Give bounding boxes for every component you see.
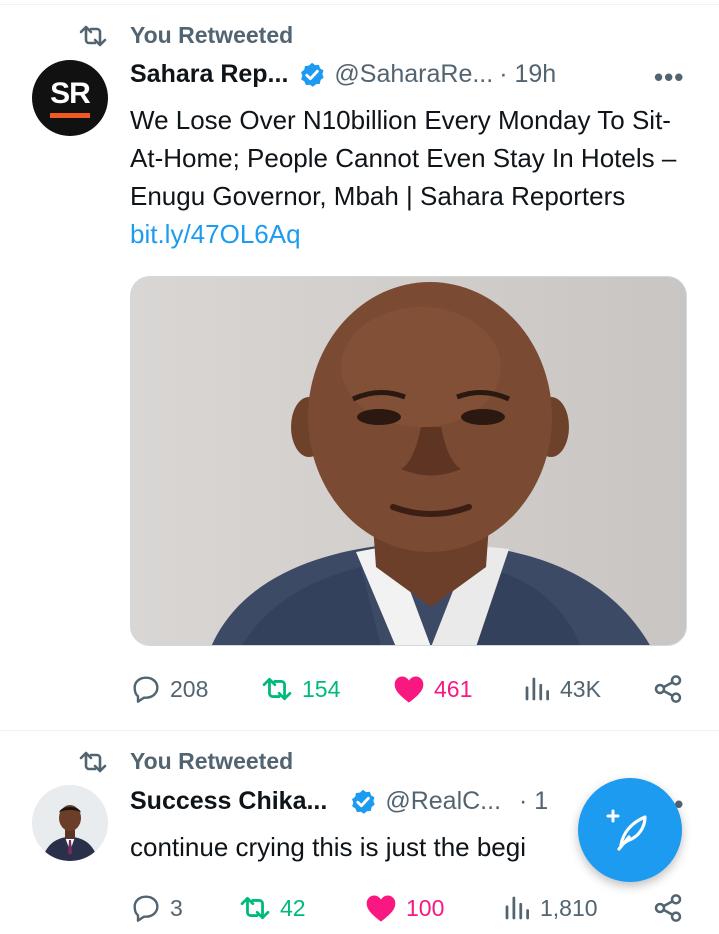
tweet-media-image[interactable] <box>130 276 687 646</box>
avatar[interactable]: SR <box>32 60 108 136</box>
views-button[interactable]: 43K <box>522 674 601 704</box>
retweet-count: 42 <box>280 894 306 921</box>
person-photo <box>32 785 108 861</box>
like-button[interactable]: 461 <box>392 674 472 704</box>
views-count: 43K <box>560 675 601 702</box>
compose-feather-icon <box>606 809 647 851</box>
reply-count: 3 <box>170 894 183 921</box>
reply-count: 208 <box>170 675 209 702</box>
share-icon <box>654 894 682 922</box>
avatar[interactable] <box>32 785 108 861</box>
retweet-context: You Retweeted <box>78 22 293 49</box>
retweet-context: You Retweeted <box>78 748 293 775</box>
author-name[interactable]: Sahara Rep... <box>130 60 288 89</box>
verified-badge-icon <box>352 789 375 814</box>
avatar-logo-text: SR <box>50 76 91 110</box>
retweet-icon <box>79 751 107 772</box>
reply-icon <box>133 676 159 703</box>
tweet-card[interactable]: You Retweeted SR Sahara Rep... @SaharaRe… <box>0 0 719 730</box>
tweet-time[interactable]: · 1 <box>519 787 548 816</box>
tweet-text-content: continue crying this is just the begi <box>130 832 526 862</box>
views-count: 1,810 <box>540 894 598 921</box>
tweet-header: Sahara Rep... @SaharaRe... · 19h <box>130 60 556 89</box>
portrait-photo <box>131 277 686 645</box>
tweet-text: We Lose Over N10billion Every Monday To … <box>130 101 690 253</box>
tweet-header: Success Chika... @RealC... · 1 <box>130 787 548 816</box>
retweet-count: 154 <box>302 675 341 702</box>
tweet-time[interactable]: · 19h <box>499 60 556 89</box>
reply-button[interactable]: 208 <box>130 673 208 705</box>
heart-icon <box>366 895 396 922</box>
retweet-label: You Retweeted <box>130 748 294 774</box>
views-icon <box>505 896 529 920</box>
more-options-icon[interactable]: ••• <box>654 62 684 93</box>
author-name[interactable]: Success Chika... <box>130 787 327 816</box>
share-icon <box>654 675 682 703</box>
verified-badge-icon <box>301 62 325 87</box>
retweet-button[interactable]: 42 <box>238 894 306 922</box>
tweet-actions: 3 42 100 1,810 <box>130 891 690 925</box>
avatar-logo-bar <box>50 112 90 118</box>
views-button[interactable]: 1,810 <box>502 893 598 923</box>
share-button[interactable] <box>652 892 684 924</box>
views-icon <box>525 677 549 701</box>
heart-icon <box>394 676 424 703</box>
retweet-label: You Retweeted <box>130 22 294 48</box>
compose-tweet-button[interactable] <box>578 778 682 882</box>
like-count: 100 <box>406 894 445 921</box>
author-handle[interactable]: @RealC... <box>385 787 501 816</box>
tweet-link[interactable]: bit.ly/47OL6Aq <box>130 219 301 249</box>
like-count: 461 <box>434 675 473 702</box>
retweet-icon <box>262 677 292 701</box>
retweet-button[interactable]: 154 <box>260 675 340 703</box>
retweet-icon <box>240 896 270 920</box>
reply-button[interactable]: 3 <box>130 892 183 924</box>
author-handle[interactable]: @SaharaRe... <box>334 60 493 89</box>
like-button[interactable]: 100 <box>364 893 444 923</box>
reply-icon <box>133 895 159 922</box>
retweet-icon <box>79 25 107 46</box>
tweet-text-content: We Lose Over N10billion Every Monday To … <box>130 105 677 211</box>
share-button[interactable] <box>652 673 684 705</box>
tweet-actions: 208 154 461 43K <box>130 672 690 706</box>
